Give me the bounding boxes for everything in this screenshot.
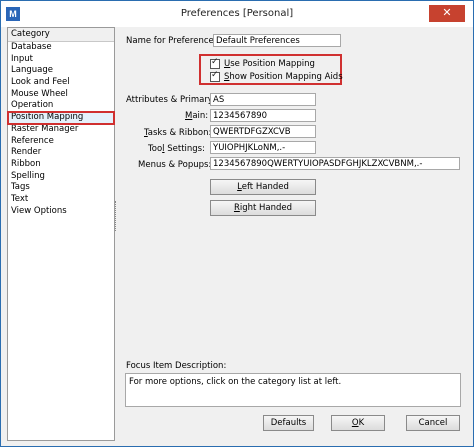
preferences-window: M Preferences [Personal] ✕ Category Data… — [0, 0, 474, 447]
category-item-ribbon[interactable]: Ribbon — [8, 159, 114, 171]
attributes-primary-field[interactable]: AS — [210, 93, 316, 106]
show-position-mapping-aids-label: Show Position Mapping Aids — [224, 72, 343, 82]
category-item-mouse-wheel[interactable]: Mouse Wheel — [8, 89, 114, 101]
category-item-tags[interactable]: Tags — [8, 182, 114, 194]
focus-item-description-text: For more options, click on the category … — [129, 377, 342, 387]
defaults-button[interactable]: Defaults — [263, 415, 314, 431]
category-item-input[interactable]: Input — [8, 54, 114, 66]
main-field[interactable]: 1234567890 — [210, 109, 316, 122]
category-item-spelling[interactable]: Spelling — [8, 171, 114, 183]
menus-popups-label: Menus & Popups: — [138, 160, 212, 170]
category-item-text[interactable]: Text — [8, 194, 114, 206]
name-for-preferences-label: Name for Preferences: — [126, 36, 222, 46]
attributes-primary-label: Attributes & Primary: — [126, 95, 216, 105]
use-position-mapping-label: Use Position Mapping — [224, 59, 315, 69]
show-position-mapping-aids-checkbox[interactable]: Show Position Mapping Aids — [210, 70, 343, 83]
category-item-position-mapping[interactable]: Position Mapping — [7, 111, 115, 125]
focus-item-description-label: Focus Item Description: — [126, 361, 227, 371]
category-item-look-and-feel[interactable]: Look and Feel — [8, 77, 114, 89]
tool-settings-label: Tool Settings: — [148, 144, 205, 154]
close-icon: ✕ — [442, 7, 452, 19]
window-title: Preferences [Personal] — [180, 8, 294, 19]
checkbox-checked-icon[interactable] — [210, 57, 220, 69]
category-header: Category — [8, 28, 114, 42]
category-item-raster-manager[interactable]: Raster Manager — [8, 124, 114, 136]
tool-settings-field[interactable]: YUIOPHJKLoNM,.- — [210, 141, 316, 154]
left-handed-button[interactable]: Left Handed — [210, 179, 316, 195]
tasks-ribbon-label: Tasks & Ribbon: — [144, 128, 212, 138]
menus-popups-field[interactable]: 1234567890QWERTYUIOPASDFGHJKLZXCVBNM,.- — [210, 157, 460, 170]
category-item-view-options[interactable]: View Options — [8, 206, 114, 218]
category-item-language[interactable]: Language — [8, 65, 114, 77]
right-handed-button[interactable]: Right Handed — [210, 200, 316, 216]
name-for-preferences-field[interactable]: Default Preferences — [213, 34, 341, 47]
focus-item-description-box: For more options, click on the category … — [125, 373, 461, 407]
ok-button[interactable]: OK — [331, 415, 385, 431]
main-label: Main: — [185, 111, 209, 121]
title-bar[interactable]: M Preferences [Personal] ✕ — [1, 1, 473, 27]
panel-splitter[interactable] — [115, 201, 118, 231]
category-item-render[interactable]: Render — [8, 147, 114, 159]
tasks-ribbon-field[interactable]: QWERTDFGZXCVB — [210, 125, 316, 138]
category-list[interactable]: Category Database Input Language Look and F… — [7, 27, 115, 441]
cancel-button[interactable]: Cancel — [406, 415, 460, 431]
checkbox-checked-icon[interactable] — [210, 70, 220, 82]
category-item-database[interactable]: Database — [8, 42, 114, 54]
category-item-reference[interactable]: Reference — [8, 136, 114, 148]
use-position-mapping-checkbox[interactable]: Use Position Mapping — [210, 57, 315, 70]
close-button[interactable]: ✕ — [429, 5, 465, 22]
category-item-operation[interactable]: Operation — [8, 100, 114, 112]
